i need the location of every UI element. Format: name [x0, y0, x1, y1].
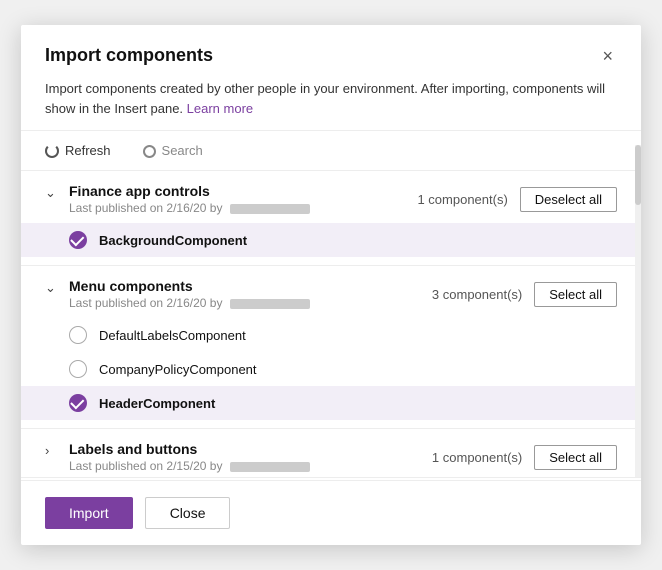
group-menu-info: Menu components Last published on 2/16/2…	[69, 278, 310, 310]
refresh-button[interactable]: Refresh	[45, 139, 111, 162]
group-menu: ⌄ Menu components Last published on 2/16…	[21, 266, 641, 429]
group-labels-left: › Labels and buttons Last published on 2…	[45, 441, 310, 473]
group-labels-right: 1 component(s) Select all	[432, 445, 617, 470]
group-finance-meta: Last published on 2/16/20 by	[69, 201, 310, 215]
group-menu-right: 3 component(s) Select all	[432, 282, 617, 307]
group-labels-meta: Last published on 2/15/20 by	[69, 459, 310, 473]
close-icon-button[interactable]: ×	[598, 45, 617, 67]
select-all-button-menu[interactable]: Select all	[534, 282, 617, 307]
close-footer-button[interactable]: Close	[145, 497, 231, 529]
search-placeholder: Search	[162, 143, 203, 158]
group-finance-info: Finance app controls Last published on 2…	[69, 183, 310, 215]
group-menu-header: ⌄ Menu components Last published on 2/16…	[21, 266, 641, 314]
group-finance-count: 1 component(s)	[417, 192, 507, 207]
group-menu-meta: Last published on 2/16/20 by	[69, 296, 310, 310]
dialog-footer: Import Close	[21, 480, 641, 545]
checkbox-unchecked-dl	[69, 326, 87, 344]
import-dialog: Import components × Import components cr…	[21, 25, 641, 545]
description-text: Import components created by other peopl…	[45, 81, 605, 116]
component-item-dl[interactable]: DefaultLabelsComponent	[21, 318, 641, 352]
deselect-all-button-finance[interactable]: Deselect all	[520, 187, 617, 212]
refresh-label: Refresh	[65, 143, 111, 158]
search-icon	[143, 145, 156, 158]
group-finance-name: Finance app controls	[69, 183, 310, 199]
component-item-hc[interactable]: HeaderComponent	[21, 386, 641, 420]
dialog-header: Import components ×	[21, 25, 641, 79]
import-button[interactable]: Import	[45, 497, 133, 529]
author-blur	[230, 204, 310, 214]
group-labels: › Labels and buttons Last published on 2…	[21, 429, 641, 478]
select-all-button-labels[interactable]: Select all	[534, 445, 617, 470]
component-name-cp: CompanyPolicyComponent	[99, 362, 257, 377]
group-menu-count: 3 component(s)	[432, 287, 522, 302]
group-finance-left: ⌄ Finance app controls Last published on…	[45, 183, 310, 215]
scrollbar-thumb[interactable]	[635, 145, 641, 205]
group-labels-info: Labels and buttons Last published on 2/1…	[69, 441, 310, 473]
group-menu-name: Menu components	[69, 278, 310, 294]
component-name-bg: BackgroundComponent	[99, 233, 247, 248]
dialog-description: Import components created by other peopl…	[21, 79, 641, 130]
scrollbar-track	[635, 145, 641, 477]
group-menu-left: ⌄ Menu components Last published on 2/16…	[45, 278, 310, 310]
group-finance-list: BackgroundComponent	[21, 219, 641, 265]
checkbox-checked-bg	[69, 231, 87, 249]
group-labels-header: › Labels and buttons Last published on 2…	[21, 429, 641, 477]
chevron-down-icon[interactable]: ⌄	[45, 185, 61, 201]
group-finance-right: 1 component(s) Deselect all	[417, 187, 617, 212]
author-blur-labels	[230, 462, 310, 472]
group-menu-list: DefaultLabelsComponent CompanyPolicyComp…	[21, 314, 641, 428]
checkbox-unchecked-cp	[69, 360, 87, 378]
learn-more-link[interactable]: Learn more	[187, 101, 253, 116]
author-blur-menu	[230, 299, 310, 309]
search-area: Search	[143, 143, 203, 158]
component-item-cp[interactable]: CompanyPolicyComponent	[21, 352, 641, 386]
group-finance-header: ⌄ Finance app controls Last published on…	[21, 171, 641, 219]
component-name-hc: HeaderComponent	[99, 396, 215, 411]
chevron-down-icon-menu[interactable]: ⌄	[45, 280, 61, 296]
group-labels-count: 1 component(s)	[432, 450, 522, 465]
component-item-bg[interactable]: BackgroundComponent	[21, 223, 641, 257]
checkbox-checked-hc	[69, 394, 87, 412]
group-labels-name: Labels and buttons	[69, 441, 310, 457]
component-name-dl: DefaultLabelsComponent	[99, 328, 246, 343]
refresh-icon	[45, 144, 59, 158]
chevron-right-icon-labels[interactable]: ›	[45, 443, 61, 458]
content-area: ⌄ Finance app controls Last published on…	[21, 171, 641, 480]
group-finance: ⌄ Finance app controls Last published on…	[21, 171, 641, 266]
toolbar: Refresh Search	[21, 130, 641, 171]
dialog-title: Import components	[45, 45, 213, 66]
